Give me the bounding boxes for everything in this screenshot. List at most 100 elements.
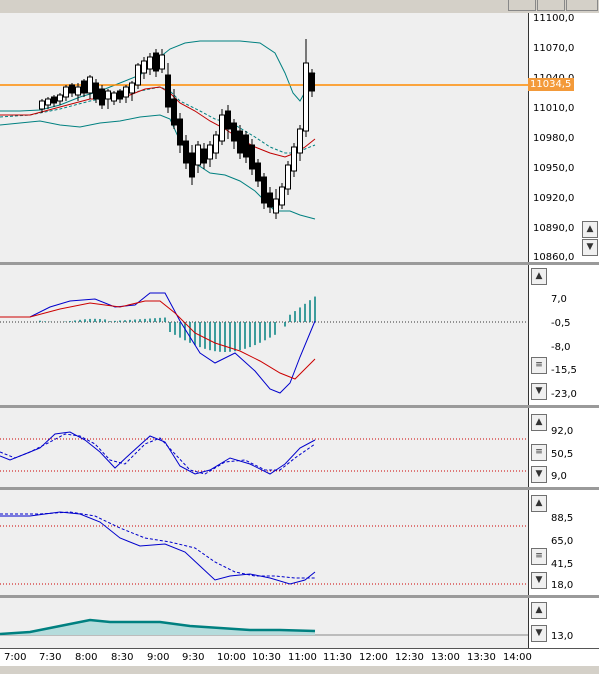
menu-icon: ≡ (535, 360, 543, 370)
time-tick: 13:00 (431, 652, 460, 663)
candle-body (243, 134, 249, 158)
candle-body (141, 60, 147, 74)
scroll-up-button[interactable]: ▲ (531, 268, 547, 285)
scroll-down-button[interactable]: ▼ (531, 383, 547, 400)
scroll-down-button[interactable]: ▼ (531, 466, 547, 483)
volume-panel[interactable] (0, 598, 528, 648)
time-tick: 10:30 (252, 652, 281, 663)
candle-body (87, 76, 93, 94)
candle-body (273, 198, 279, 214)
price-axis: 11100,0 11070,0 11040,0 11010,0 10980,0 … (528, 13, 599, 263)
price-panel[interactable] (0, 13, 528, 262)
candle-body (93, 82, 99, 100)
stochastic-chart (0, 431, 528, 475)
candle-body (111, 92, 117, 102)
up-arrow-icon: ▲ (535, 271, 543, 281)
scroll-up-button[interactable]: ▲ (582, 221, 598, 238)
candle-body (75, 86, 81, 96)
macd-panel[interactable] (0, 265, 528, 405)
scroll-up-button[interactable]: ▲ (531, 414, 547, 431)
volume-chart (0, 618, 528, 636)
time-tick: 12:30 (395, 652, 424, 663)
mid-band-line (0, 86, 316, 154)
macd-tick: -23,0 (551, 389, 577, 400)
restore-button[interactable] (537, 0, 565, 11)
macd-tick: -0,5 (551, 318, 571, 329)
time-tick: 7:00 (4, 652, 27, 663)
stochastic-axis: 92,0 50,5 9,0 ▲ ≡ ▼ (528, 408, 599, 487)
candle-body (153, 52, 159, 72)
percent-d-line (0, 433, 316, 475)
time-tick: 12:00 (359, 652, 388, 663)
candle-body (267, 192, 273, 208)
rsi-tick: 65,0 (551, 536, 574, 547)
window-top-bar (0, 0, 599, 13)
candle-body (249, 144, 255, 170)
time-tick: 8:00 (75, 652, 98, 663)
price-tick: 11070,0 (533, 43, 575, 54)
panel-menu-button[interactable]: ≡ (531, 444, 547, 461)
macd-chart (0, 292, 528, 394)
candle-body (207, 144, 213, 160)
oscillator-axis: 88,5 65,0 41,5 18,0 ▲ ≡ ▼ (528, 490, 599, 595)
down-arrow-icon: ▼ (535, 628, 543, 638)
menu-icon: ≡ (535, 551, 543, 561)
candle-body (147, 56, 153, 70)
candle-body (189, 152, 195, 178)
price-tick: 10920,0 (533, 193, 575, 204)
close-button[interactable] (566, 0, 598, 11)
up-arrow-icon: ▲ (535, 605, 543, 615)
panel-menu-button[interactable]: ≡ (531, 548, 547, 565)
scroll-down-button[interactable]: ▼ (531, 625, 547, 642)
candle-body (195, 144, 201, 166)
candle-body (129, 82, 135, 94)
candle-body (225, 110, 231, 130)
oscillator-panel[interactable] (0, 490, 528, 595)
macd-tick: 7,0 (551, 294, 567, 305)
down-arrow-icon: ▼ (535, 575, 543, 585)
price-chart (0, 39, 528, 220)
rsi-tick: 88,5 (551, 513, 574, 524)
time-tick: 9:00 (147, 652, 170, 663)
current-price-tag: 11034,5 (528, 78, 574, 91)
time-tick: 10:00 (217, 652, 246, 663)
candle-body (69, 84, 75, 94)
down-arrow-icon: ▼ (535, 469, 543, 479)
oscillator-chart (0, 511, 528, 585)
down-arrow-icon: ▼ (535, 386, 543, 396)
time-tick: 8:30 (111, 652, 134, 663)
time-tick: 11:30 (323, 652, 352, 663)
candle-body (303, 62, 309, 132)
candle-body (123, 86, 129, 98)
price-tick: 10980,0 (533, 133, 575, 144)
up-arrow-icon: ▲ (535, 417, 543, 427)
candle-body (213, 134, 219, 154)
candle-body (171, 98, 177, 126)
time-tick: 13:30 (467, 652, 496, 663)
candle-body (231, 122, 237, 142)
minimize-button[interactable] (508, 0, 536, 11)
candle-body (105, 90, 111, 100)
time-axis: 7:00 7:30 8:00 8:30 9:00 9:30 10:00 10:3… (0, 648, 599, 667)
candle-body (51, 96, 57, 104)
k-line (0, 511, 316, 585)
candle-body (219, 114, 225, 142)
candle-body (165, 74, 171, 108)
candle-body (63, 86, 69, 98)
stochastic-panel[interactable] (0, 408, 528, 487)
scroll-up-button[interactable]: ▲ (531, 495, 547, 512)
macd-line (0, 292, 316, 394)
scroll-down-button[interactable]: ▼ (582, 239, 598, 256)
scroll-down-button[interactable]: ▼ (531, 572, 547, 589)
panel-menu-button[interactable]: ≡ (531, 357, 547, 374)
scroll-up-button[interactable]: ▲ (531, 602, 547, 619)
candle-body (39, 100, 45, 110)
macd-tick: -8,0 (551, 342, 571, 353)
up-arrow-icon: ▲ (535, 498, 543, 508)
candle-body (261, 176, 267, 204)
candle-body (291, 146, 297, 172)
percent-k-line (0, 431, 316, 475)
time-tick: 7:30 (39, 652, 62, 663)
candle-body (201, 148, 207, 164)
stoch-tick: 9,0 (551, 471, 567, 482)
